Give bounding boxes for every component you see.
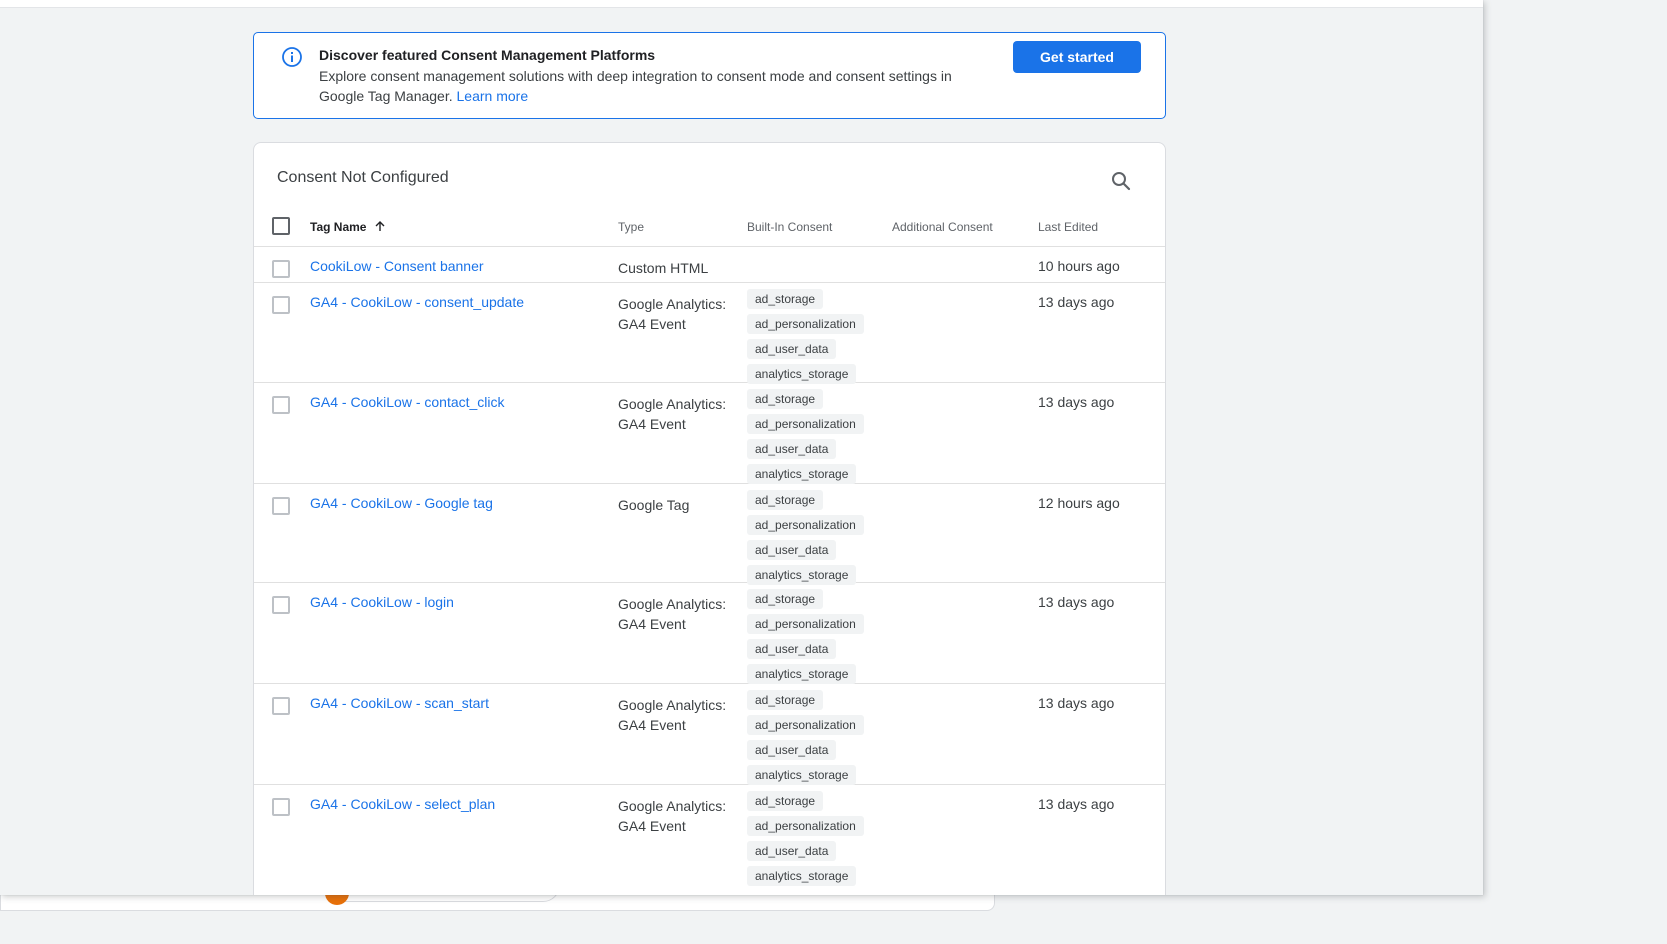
table-title: Consent Not Configured: [277, 169, 449, 186]
row-checkbox[interactable]: [272, 296, 290, 314]
consent-chip: ad_personalization: [747, 314, 864, 334]
consent-chip: analytics_storage: [747, 464, 857, 484]
banner-description: Explore consent management solutions wit…: [319, 68, 952, 104]
column-header-additional-consent[interactable]: Additional Consent: [892, 220, 993, 234]
select-all-checkbox[interactable]: [272, 217, 290, 235]
consent-chip: ad_storage: [747, 791, 824, 811]
consent-chip: ad_user_data: [747, 540, 837, 560]
consent-chip: ad_user_data: [747, 740, 837, 760]
column-header-tag-name-label: Tag Name: [310, 220, 367, 234]
tag-type: Google Analytics: GA4 Event: [618, 596, 727, 632]
consent-chip: ad_storage: [747, 490, 824, 510]
tag-name-link[interactable]: GA4 - CookiLow - consent_update: [310, 294, 524, 310]
consent-chip: ad_personalization: [747, 816, 864, 836]
tag-name-link[interactable]: GA4 - CookiLow - select_plan: [310, 796, 495, 812]
table-row[interactable]: GA4 - CookiLow - consent_update Google An…: [254, 283, 1165, 384]
column-header-tag-name[interactable]: Tag Name: [310, 220, 386, 234]
last-edited: 13 days ago: [1038, 695, 1115, 711]
learn-more-link[interactable]: Learn more: [457, 88, 529, 104]
tag-name-link[interactable]: CookiLow - Consent banner: [310, 258, 484, 274]
table-row[interactable]: GA4 - CookiLow - Google tag Google Tag ad_…: [254, 484, 1165, 585]
consent-chip: analytics_storage: [747, 765, 857, 785]
row-checkbox[interactable]: [272, 497, 290, 515]
banner-text: Explore consent management solutions wit…: [319, 66, 999, 106]
row-checkbox[interactable]: [272, 596, 290, 614]
cmp-banner: Discover featured Consent Management Pla…: [253, 32, 1166, 119]
sort-ascending-icon: [375, 221, 385, 231]
table-row[interactable]: GA4 - CookiLow - contact_click Google Ana…: [254, 383, 1165, 484]
info-icon: [282, 47, 302, 67]
consent-chip: ad_storage: [747, 589, 824, 609]
table-row[interactable]: CookiLow - Consent banner Custom HTML 10 h…: [254, 247, 1165, 283]
table-header: Tag Name Type Built-In Consent Additiona…: [254, 205, 1165, 247]
table-row[interactable]: GA4 - CookiLow - scan_start Google Analyt…: [254, 684, 1165, 785]
consent-chip: ad_user_data: [747, 841, 837, 861]
built-in-consent-list: ad_storage ad_personalization ad_user_data…: [747, 791, 877, 891]
last-edited: 13 days ago: [1038, 394, 1115, 410]
last-edited: 13 days ago: [1038, 294, 1115, 310]
row-checkbox[interactable]: [272, 396, 290, 414]
last-edited: 10 hours ago: [1038, 258, 1120, 274]
tag-name-link[interactable]: GA4 - CookiLow - scan_start: [310, 695, 489, 711]
tag-name-link[interactable]: GA4 - CookiLow - login: [310, 594, 454, 610]
search-icon[interactable]: [1109, 169, 1133, 193]
get-started-button[interactable]: Get started: [1013, 41, 1141, 73]
tag-name-link[interactable]: GA4 - CookiLow - contact_click: [310, 394, 505, 410]
consent-chip: analytics_storage: [747, 364, 857, 384]
tag-type: Google Analytics: GA4 Event: [618, 697, 727, 733]
built-in-consent-list: ad_storage ad_personalization ad_user_data…: [747, 690, 877, 790]
built-in-consent-list: ad_storage ad_personalization ad_user_data…: [747, 589, 877, 689]
last-edited: 12 hours ago: [1038, 495, 1120, 511]
tag-type: Google Analytics: GA4 Event: [618, 396, 727, 432]
row-checkbox[interactable]: [272, 798, 290, 816]
banner-title: Discover featured Consent Management Pla…: [319, 47, 656, 63]
consent-chip: ad_user_data: [747, 339, 837, 359]
consent-chip: analytics_storage: [747, 866, 857, 886]
column-header-built-in-consent[interactable]: Built-In Consent: [747, 220, 832, 234]
consent-chip: ad_user_data: [747, 439, 837, 459]
last-edited: 13 days ago: [1038, 594, 1115, 610]
consent-chip: ad_personalization: [747, 614, 864, 634]
consent-chip: analytics_storage: [747, 664, 857, 684]
consent-table-card: Consent Not Configured Tag Name Type Bui…: [253, 142, 1166, 895]
row-checkbox[interactable]: [272, 697, 290, 715]
table-row[interactable]: GA4 - CookiLow - login Google Analytics: …: [254, 583, 1165, 684]
built-in-consent-list: ad_storage ad_personalization ad_user_data…: [747, 490, 877, 590]
consent-chip: ad_user_data: [747, 639, 837, 659]
panel-top-bar: [0, 0, 1483, 8]
tag-name-link[interactable]: GA4 - CookiLow - Google tag: [310, 495, 493, 511]
tag-type: Google Tag: [618, 497, 690, 513]
table-row[interactable]: GA4 - CookiLow - select_plan Google Analy…: [254, 785, 1165, 895]
last-edited: 13 days ago: [1038, 796, 1115, 812]
consent-chip: ad_personalization: [747, 515, 864, 535]
column-header-last-edited[interactable]: Last Edited: [1038, 220, 1098, 234]
built-in-consent-list: ad_storage ad_personalization ad_user_data…: [747, 389, 877, 489]
consent-chip: analytics_storage: [747, 565, 857, 585]
built-in-consent-list: ad_storage ad_personalization ad_user_data…: [747, 289, 877, 389]
consent-chip: ad_storage: [747, 389, 824, 409]
tag-type: Custom HTML: [618, 260, 709, 276]
consent-overview-panel: Discover featured Consent Management Pla…: [0, 0, 1483, 895]
tag-type: Google Analytics: GA4 Event: [618, 296, 727, 332]
column-header-type[interactable]: Type: [618, 220, 644, 234]
consent-chip: ad_personalization: [747, 715, 864, 735]
consent-chip: ad_personalization: [747, 414, 864, 434]
consent-chip: ad_storage: [747, 289, 824, 309]
row-checkbox[interactable]: [272, 260, 290, 278]
consent-chip: ad_storage: [747, 690, 824, 710]
tag-type: Google Analytics: GA4 Event: [618, 798, 727, 834]
